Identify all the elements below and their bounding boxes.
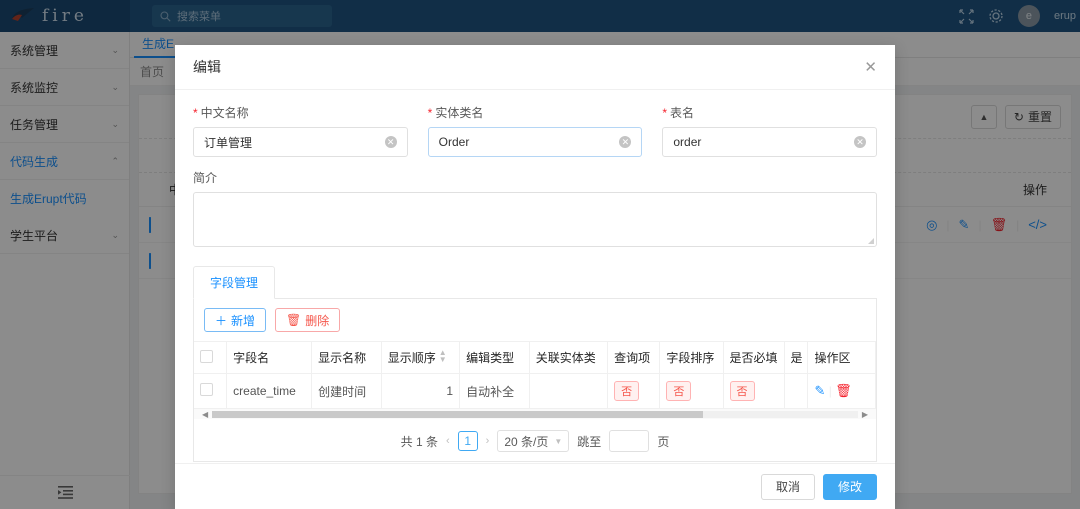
- field-table-panel: ＋ 新增 🗑 删除 字段名 显示名称 显示顺序 ▲ ▼ 编辑类型 关联实体类 查…: [193, 298, 877, 462]
- next-page-button[interactable]: ›: [486, 435, 490, 447]
- delete-label: 删除: [305, 313, 330, 328]
- field-entity-class: * 实体类名 Order ✕: [427, 104, 643, 157]
- jump-page-input[interactable]: [609, 430, 650, 452]
- cell-edit-type: 自动补全: [459, 373, 530, 408]
- label-text: 表名: [670, 106, 695, 120]
- field-table-header-row: 字段名 显示名称 显示顺序 ▲ ▼ 编辑类型 关联实体类 查询项 字段排序 是否必填…: [194, 341, 876, 374]
- prev-page-button[interactable]: ‹: [446, 435, 450, 447]
- cell-query-item: 否: [607, 373, 661, 408]
- scroll-right-icon[interactable]: ▶: [862, 410, 868, 419]
- row-select-cell[interactable]: [194, 373, 228, 408]
- delete-field-button[interactable]: 🗑 删除: [275, 308, 341, 332]
- input-value: 订单管理: [204, 135, 253, 150]
- field-label: * 中文名称: [193, 104, 408, 121]
- cell-display-name: 创建时间: [311, 373, 382, 408]
- field-description: 简介: [193, 169, 877, 247]
- jump-label: 跳至: [577, 434, 602, 449]
- total-count: 共 1 条: [400, 434, 438, 449]
- cell-truncated: [784, 373, 809, 408]
- field-label: * 实体类名: [428, 104, 643, 121]
- add-label: 新增: [231, 313, 256, 328]
- col-related-entity: 关联实体类: [529, 341, 609, 374]
- col-field-name: 字段名: [226, 341, 313, 374]
- page-number-1[interactable]: 1: [457, 431, 478, 451]
- required-marker: *: [193, 106, 198, 120]
- scroll-track[interactable]: [212, 410, 858, 418]
- cell-operations: ✎ | 🗑: [807, 373, 876, 408]
- col-query-item: 查询项: [607, 341, 661, 374]
- form-row-main: * 中文名称 订单管理 ✕ * 实体类名 Order ✕ * 表名 order …: [193, 104, 878, 157]
- status-badge: 否: [729, 381, 755, 401]
- col-display-order[interactable]: 显示顺序 ▲ ▼: [381, 341, 461, 374]
- cell-field-sort: 否: [659, 373, 724, 408]
- table-name-input[interactable]: order ✕: [662, 127, 878, 157]
- label-text: 中文名称: [200, 106, 249, 120]
- scroll-thumb[interactable]: [212, 410, 703, 418]
- description-textarea[interactable]: [193, 192, 877, 247]
- jump-unit: 页: [657, 434, 670, 449]
- page-size-select[interactable]: 20 条/页 ▼: [497, 430, 570, 452]
- clear-icon[interactable]: ✕: [384, 136, 397, 148]
- clear-icon[interactable]: ✕: [854, 136, 867, 148]
- required-marker: *: [662, 106, 668, 120]
- col-display-name: 显示名称: [311, 341, 382, 374]
- cell-display-order: 1: [381, 373, 461, 408]
- description-label: 简介: [193, 171, 218, 185]
- field-table-name: * 表名 order ✕: [662, 104, 878, 157]
- tab-field-manage[interactable]: 字段管理: [193, 266, 276, 299]
- chinese-name-input[interactable]: 订单管理 ✕: [193, 127, 408, 157]
- delete-icon[interactable]: 🗑: [835, 383, 852, 398]
- horizontal-scrollbar[interactable]: ◀ ▶: [194, 408, 876, 419]
- select-all-checkbox[interactable]: [200, 349, 213, 363]
- dialog-footer: 取消 修改: [175, 463, 895, 509]
- status-badge: 否: [666, 381, 692, 401]
- edit-icon[interactable]: ✎: [814, 383, 825, 398]
- cell-related-entity: [529, 373, 609, 408]
- field-table-toolbar: ＋ 新增 🗑 删除: [194, 299, 876, 341]
- scroll-left-icon[interactable]: ◀: [202, 410, 208, 419]
- input-value: Order: [438, 135, 470, 149]
- field-chinese-name: * 中文名称 订单管理 ✕: [193, 104, 408, 157]
- clear-icon[interactable]: ✕: [619, 136, 632, 148]
- status-badge: 否: [614, 381, 640, 401]
- required-marker: *: [427, 106, 433, 120]
- select-all-cell[interactable]: [194, 341, 228, 374]
- field-table: 字段名 显示名称 显示顺序 ▲ ▼ 编辑类型 关联实体类 查询项 字段排序 是否必填…: [194, 341, 876, 408]
- cancel-button[interactable]: 取消: [760, 473, 815, 500]
- sort-icon: ▲ ▼: [438, 348, 447, 364]
- edit-dialog: 编辑 ✕ * 中文名称 订单管理 ✕ * 实体类名 Order ✕ * 表名 o…: [175, 45, 895, 509]
- cell-field-name: create_time: [226, 373, 313, 408]
- plus-icon: ＋: [215, 313, 228, 328]
- app-root: 系统管理 ⌄ 系统监控 ⌄ 任务管理 ⌄ 代码生成 ⌃ 生成Erupt代码 学生…: [0, 0, 1080, 509]
- label-text: 实体类名: [435, 106, 484, 120]
- col-operation: 操作区: [807, 341, 876, 374]
- add-field-button[interactable]: ＋ 新增: [204, 308, 267, 332]
- pagination: 共 1 条 ‹ 1 › 20 条/页 ▼ 跳至 页: [194, 419, 876, 461]
- dialog-tabs: 字段管理: [193, 265, 877, 299]
- page-size-value: 20 条/页: [504, 434, 549, 449]
- chevron-down-icon: ▼: [554, 436, 563, 446]
- confirm-button[interactable]: 修改: [822, 473, 877, 500]
- close-icon[interactable]: ✕: [864, 58, 877, 76]
- field-label: * 表名: [662, 104, 877, 121]
- entity-class-input[interactable]: Order ✕: [427, 127, 643, 157]
- row-checkbox[interactable]: [200, 383, 213, 396]
- dialog-body: * 中文名称 订单管理 ✕ * 实体类名 Order ✕ * 表名 order …: [175, 90, 895, 463]
- input-value: order: [673, 135, 702, 149]
- dialog-header: 编辑 ✕: [175, 45, 895, 90]
- col-edit-type: 编辑类型: [459, 341, 530, 374]
- col-field-sort: 字段排序: [659, 341, 724, 374]
- col-truncated: 是: [784, 341, 809, 374]
- dialog-title: 编辑: [193, 59, 221, 75]
- col-label: 显示顺序: [387, 351, 436, 365]
- col-required: 是否必填: [723, 341, 785, 374]
- cell-required: 否: [723, 373, 785, 408]
- trash-icon: 🗑: [286, 313, 302, 327]
- table-row: create_time 创建时间 1 自动补全 否 否 否 ✎ | 🗑: [194, 373, 876, 408]
